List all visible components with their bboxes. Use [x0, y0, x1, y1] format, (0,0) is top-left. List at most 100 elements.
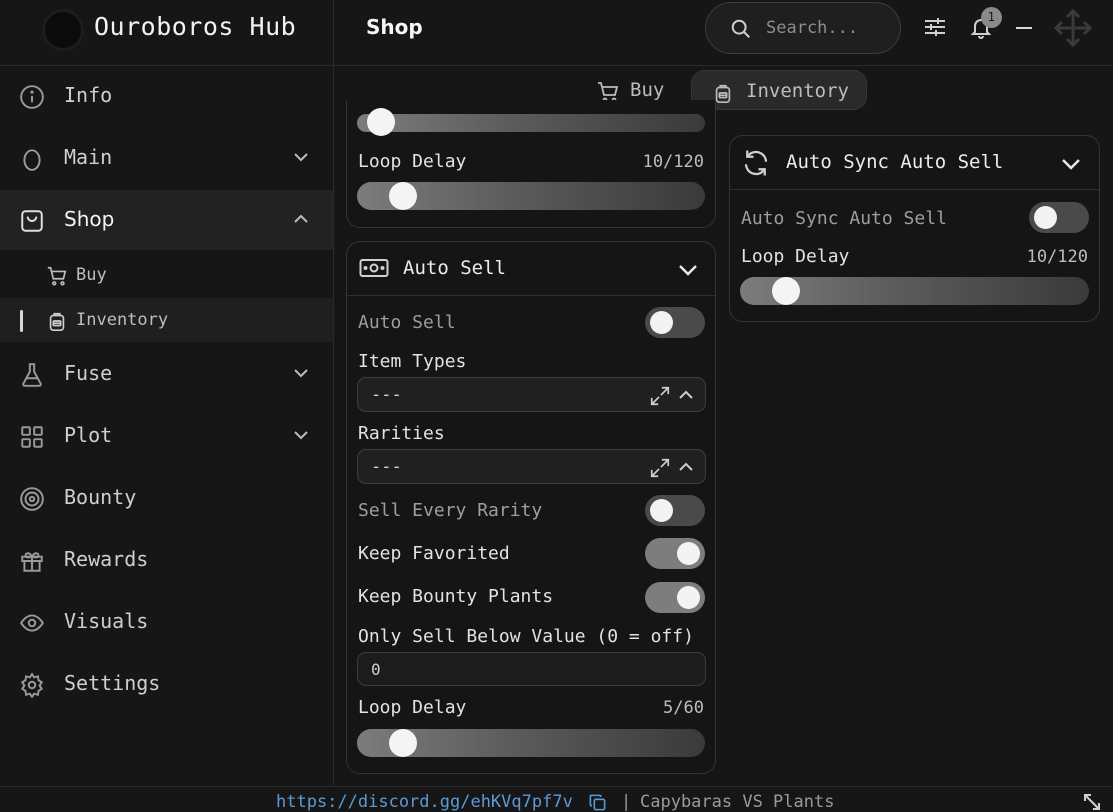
keep-favorited-label: Keep Favorited [358, 543, 510, 564]
card-title: Auto Sync Auto Sell [786, 151, 1004, 173]
tab-label: Buy [630, 79, 665, 101]
backpack-icon [49, 312, 65, 331]
ouroboros-logo [42, 9, 84, 51]
keep-bounty-plants-label: Keep Bounty Plants [358, 586, 554, 607]
sidebar-subitem-inventory[interactable]: Inventory [0, 298, 333, 342]
partial-card: Loop Delay 10/120 [346, 100, 716, 228]
search-box[interactable]: Search... [705, 2, 901, 54]
search-icon [731, 19, 750, 38]
expand-icon[interactable] [649, 457, 671, 479]
rarities-dropdown[interactable]: --- [357, 449, 706, 484]
auto-sync-toggle[interactable] [1029, 202, 1089, 233]
chevron-down-icon[interactable] [1060, 156, 1082, 172]
auto-sync-header[interactable]: Auto Sync Auto Sell [730, 136, 1099, 190]
chevron-down-icon[interactable] [677, 262, 699, 278]
card-title: Auto Sell [403, 257, 506, 279]
keep-bounty-plants-toggle[interactable] [645, 582, 705, 613]
sidebar: Info Main Shop Buy Inventory Fuse Plot B… [0, 66, 334, 786]
minimize-icon[interactable] [1014, 18, 1034, 38]
sell-every-rarity-toggle[interactable] [645, 495, 705, 526]
sidebar-item-bounty[interactable]: Bounty [0, 468, 333, 528]
auto-sell-toggle-label: Auto Sell [358, 312, 456, 333]
loop-delay-label: Loop Delay [358, 151, 467, 172]
active-indicator [20, 310, 23, 332]
dropdown-value: --- [371, 457, 402, 477]
sidebar-item-label: Visuals [64, 609, 149, 633]
toggle-knob [650, 311, 673, 334]
sidebar-item-rewards[interactable]: Rewards [0, 530, 333, 590]
slider-knob[interactable] [772, 277, 801, 305]
loop-delay-value: 10/120 [642, 152, 704, 172]
loop-delay-slider[interactable] [740, 277, 1089, 305]
loop-delay-label: Loop Delay [358, 697, 467, 718]
toggle-knob [650, 499, 673, 522]
info-icon [20, 85, 44, 109]
keep-favorited-toggle[interactable] [645, 538, 705, 569]
sidebar-item-label: Fuse [64, 361, 113, 385]
toggle-knob [677, 586, 700, 609]
sidebar-item-shop[interactable]: Shop [0, 190, 333, 250]
auto-sell-header[interactable]: Auto Sell [347, 242, 715, 296]
sidebar-item-main[interactable]: Main [0, 128, 333, 188]
move-icon[interactable] [1052, 7, 1094, 49]
sidebar-item-fuse[interactable]: Fuse [0, 344, 333, 404]
shopping-bag-icon [21, 210, 43, 232]
sync-icon [744, 150, 768, 176]
below-value-label: Only Sell Below Value (0 = off) [358, 626, 694, 647]
rarities-label: Rarities [358, 423, 445, 444]
sidebar-item-label: Rewards [64, 547, 149, 571]
sidebar-item-label: Shop [64, 207, 115, 231]
slider-knob[interactable] [367, 108, 395, 136]
sidebar-subitem-buy[interactable]: Buy [0, 253, 333, 297]
copy-icon[interactable] [588, 793, 607, 812]
below-value-input[interactable]: 0 [357, 652, 706, 686]
sell-every-rarity-label: Sell Every Rarity [358, 500, 543, 521]
auto-sync-card: Auto Sync Auto Sell Auto Sync Auto Sell … [729, 135, 1100, 322]
loop-delay-label: Loop Delay [741, 246, 850, 267]
sidebar-item-visuals[interactable]: Visuals [0, 592, 333, 652]
loop-delay-slider[interactable] [357, 729, 705, 757]
resize-icon[interactable] [1082, 792, 1102, 812]
egg-icon [23, 149, 41, 171]
chevron-up-icon[interactable] [678, 461, 694, 473]
item-types-dropdown[interactable]: --- [357, 377, 706, 412]
sidebar-item-label: Main [64, 145, 113, 169]
grid-icon [21, 426, 43, 448]
tab-label: Inventory [746, 80, 849, 102]
loop-delay-slider[interactable] [357, 182, 705, 210]
loop-delay-value: 10/120 [1026, 247, 1088, 267]
sidebar-item-plot[interactable]: Plot [0, 406, 333, 466]
eye-icon [20, 614, 44, 632]
flask-icon [22, 363, 42, 387]
chevron-down-icon [294, 153, 308, 162]
tab-inventory[interactable]: Inventory [691, 70, 867, 110]
slider-knob[interactable] [389, 729, 418, 757]
dropdown-value: --- [371, 385, 402, 405]
target-icon [20, 487, 44, 511]
sidebar-item-label: Bounty [64, 485, 137, 509]
chevron-up-icon[interactable] [678, 389, 694, 401]
partial-slider[interactable] [357, 108, 705, 136]
expand-icon[interactable] [649, 385, 671, 407]
slider-knob[interactable] [389, 182, 418, 210]
cash-icon [359, 259, 389, 277]
toggle-knob [1034, 206, 1057, 229]
sliders-icon[interactable] [923, 14, 947, 40]
footer: https://discord.gg/ehKVq7pf7v | Capybara… [0, 786, 1113, 812]
sidebar-item-label: Plot [64, 423, 113, 447]
item-types-label: Item Types [358, 351, 467, 372]
input-value: 0 [371, 660, 381, 679]
top-bar: Ouroboros Hub Shop Search... 1 [0, 0, 1113, 66]
discord-link[interactable]: https://discord.gg/ehKVq7pf7v [276, 792, 573, 812]
toggle-knob [677, 542, 700, 565]
search-input[interactable]: Search... [766, 18, 858, 38]
auto-sell-card: Auto Sell Auto Sell Item Types --- Rarit… [346, 241, 716, 774]
sidebar-item-label: Info [64, 83, 113, 107]
chevron-down-icon [294, 431, 308, 440]
auto-sell-toggle[interactable] [645, 307, 705, 338]
sidebar-item-info[interactable]: Info [0, 66, 333, 126]
auto-sync-toggle-label: Auto Sync Auto Sell [741, 208, 947, 229]
gear-icon [20, 672, 44, 698]
app-title: Ouroboros Hub [94, 12, 297, 41]
sidebar-item-settings[interactable]: Settings [0, 654, 333, 714]
